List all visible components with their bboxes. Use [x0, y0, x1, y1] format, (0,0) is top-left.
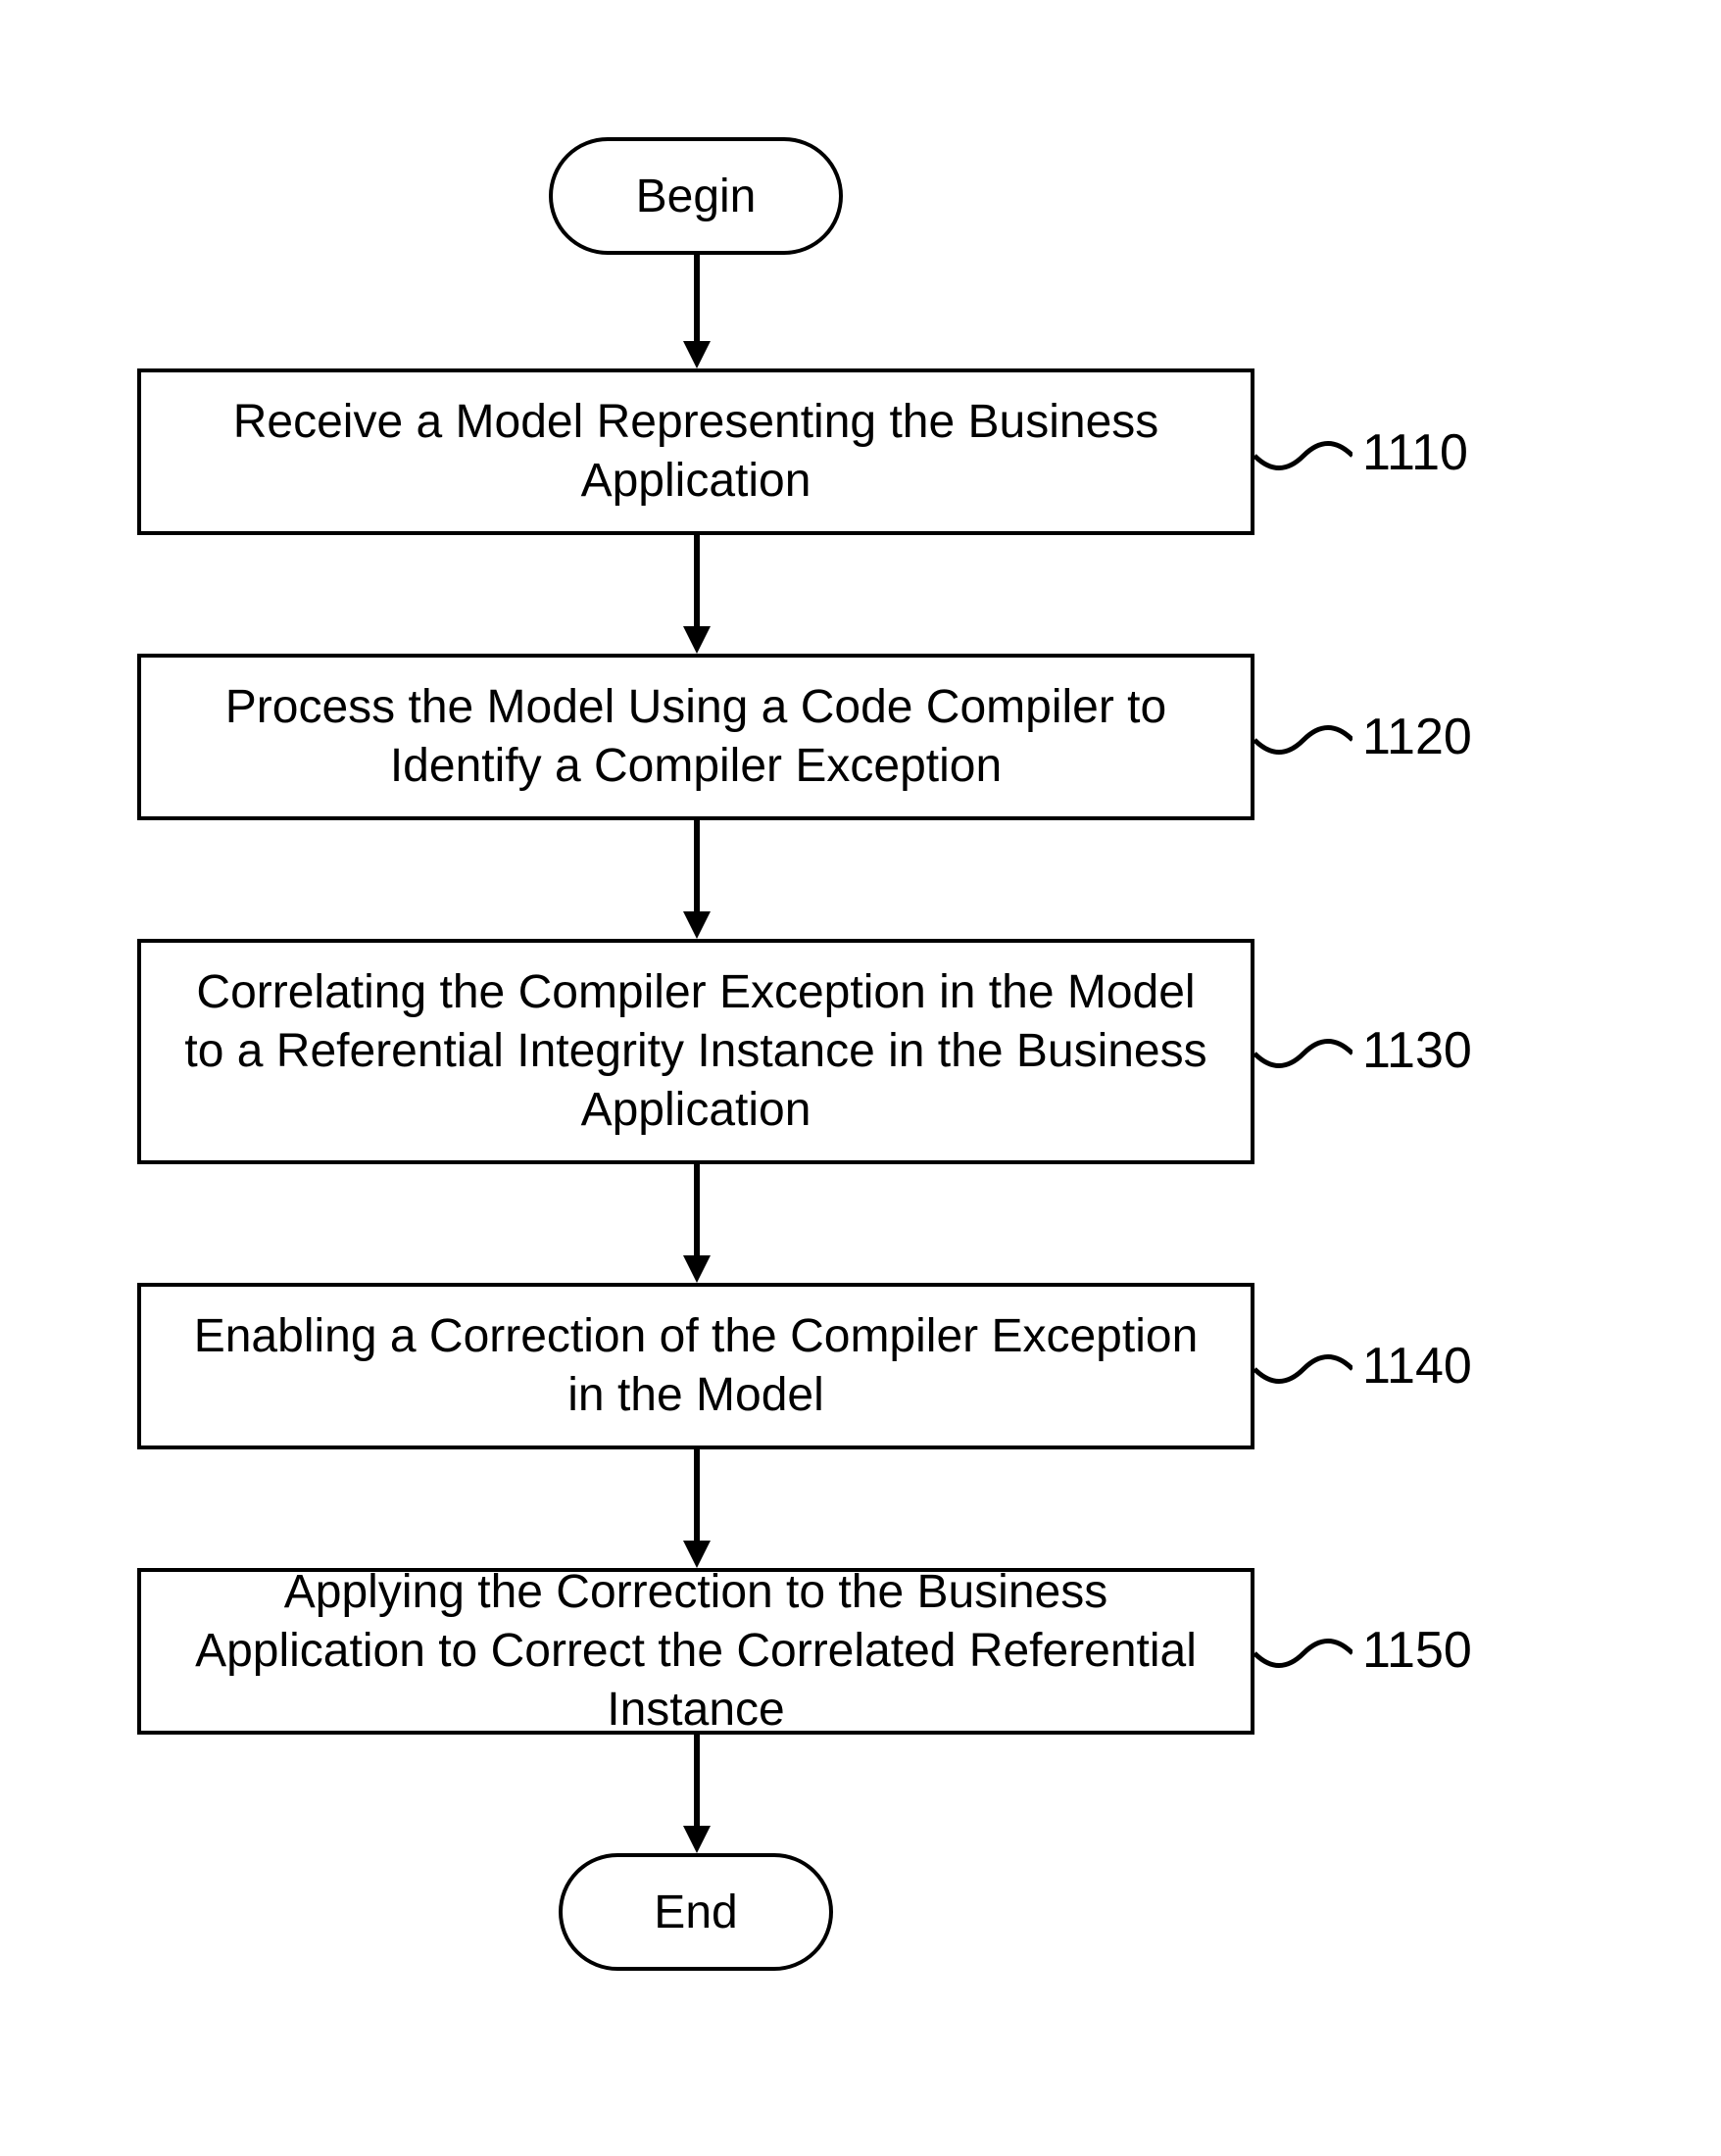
- process-step-1110: Receive a Model Representing the Busines…: [137, 368, 1254, 535]
- terminator-end: End: [559, 1853, 833, 1971]
- terminator-begin: Begin: [549, 137, 843, 255]
- process-step-1120: Process the Model Using a Code Compiler …: [137, 654, 1254, 820]
- process-step-text: Correlating the Compiler Exception in th…: [171, 963, 1221, 1140]
- process-step-text: Process the Model Using a Code Compiler …: [171, 678, 1221, 796]
- process-step-1150: Applying the Correction to the Business …: [137, 1568, 1254, 1735]
- ref-connector-icon: [1254, 715, 1352, 764]
- ref-label-1120: 1120: [1362, 708, 1472, 766]
- process-step-text: Enabling a Correction of the Compiler Ex…: [171, 1307, 1221, 1425]
- arrow: [694, 1735, 700, 1828]
- process-step-1130: Correlating the Compiler Exception in th…: [137, 939, 1254, 1164]
- arrow: [694, 535, 700, 628]
- ref-connector-icon: [1254, 1345, 1352, 1394]
- arrow-head-icon: [683, 1826, 711, 1853]
- process-step-text: Receive a Model Representing the Busines…: [171, 393, 1221, 511]
- arrow-head-icon: [683, 911, 711, 939]
- arrow-head-icon: [683, 341, 711, 368]
- arrow: [694, 255, 700, 343]
- ref-label-1130: 1130: [1362, 1021, 1472, 1080]
- terminator-begin-label: Begin: [636, 170, 757, 223]
- arrow: [694, 1164, 700, 1257]
- arrow: [694, 1449, 700, 1543]
- process-step-text: Applying the Correction to the Business …: [171, 1563, 1221, 1740]
- ref-connector-icon: [1254, 431, 1352, 480]
- ref-label-1110: 1110: [1362, 423, 1468, 482]
- ref-connector-icon: [1254, 1629, 1352, 1678]
- ref-label-1140: 1140: [1362, 1337, 1472, 1396]
- ref-connector-icon: [1254, 1029, 1352, 1078]
- arrow-head-icon: [683, 1255, 711, 1283]
- ref-label-1150: 1150: [1362, 1621, 1472, 1680]
- process-step-1140: Enabling a Correction of the Compiler Ex…: [137, 1283, 1254, 1449]
- terminator-end-label: End: [654, 1886, 737, 1939]
- flowchart-canvas: Begin Receive a Model Representing the B…: [0, 0, 1721, 2156]
- arrow: [694, 820, 700, 913]
- arrow-head-icon: [683, 626, 711, 654]
